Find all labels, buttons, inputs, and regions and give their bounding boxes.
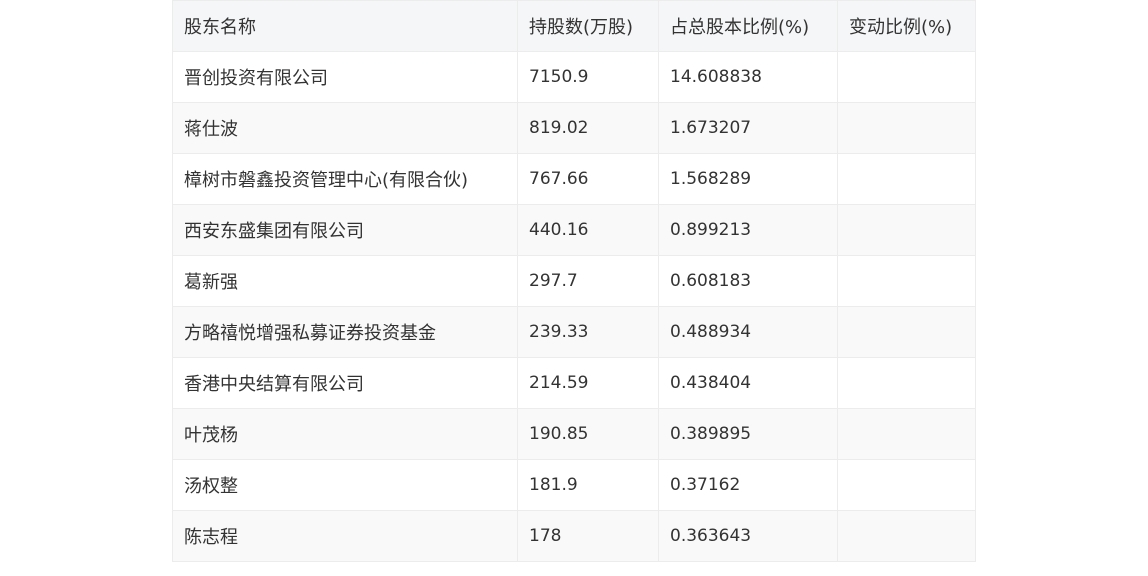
share-ratio-cell: 0.389895 [658,408,838,460]
shareholder-name-cell: 叶茂杨 [172,408,518,460]
change-ratio-cell [837,255,976,307]
shares-held-cell: 440.16 [517,204,659,256]
share-ratio-cell: 14.608838 [658,51,838,103]
share-ratio-cell: 1.673207 [658,102,838,154]
shares-held-cell: 214.59 [517,357,659,409]
shareholder-table-container: 股东名称 持股数(万股) 占总股本比例(%) 变动比例(%) 晋创投资有限公司 7… [172,0,976,562]
shareholder-name-cell: 葛新强 [172,255,518,307]
share-ratio-cell: 0.608183 [658,255,838,307]
change-ratio-cell [837,102,976,154]
header-share-ratio: 占总股本比例(%) [658,0,838,52]
shareholder-name-cell: 晋创投资有限公司 [172,51,518,103]
table-row: 葛新强 297.7 0.608183 [172,255,976,307]
change-ratio-cell [837,51,976,103]
shares-held-cell: 7150.9 [517,51,659,103]
shares-held-cell: 181.9 [517,459,659,511]
shares-held-cell: 178 [517,510,659,562]
table-row: 叶茂杨 190.85 0.389895 [172,408,976,460]
share-ratio-cell: 0.488934 [658,306,838,358]
change-ratio-cell [837,459,976,511]
table-row: 方略禧悦增强私募证券投资基金 239.33 0.488934 [172,306,976,358]
table-row: 西安东盛集团有限公司 440.16 0.899213 [172,204,976,256]
change-ratio-cell [837,306,976,358]
header-row: 股东名称 持股数(万股) 占总股本比例(%) 变动比例(%) [172,0,976,52]
shareholder-table: 股东名称 持股数(万股) 占总股本比例(%) 变动比例(%) 晋创投资有限公司 7… [172,0,976,562]
change-ratio-cell [837,204,976,256]
shareholder-name-cell: 陈志程 [172,510,518,562]
header-shares-held: 持股数(万股) [517,0,659,52]
table-row: 樟树市磐鑫投资管理中心(有限合伙) 767.66 1.568289 [172,153,976,205]
shareholder-name-cell: 汤权整 [172,459,518,511]
header-shareholder-name: 股东名称 [172,0,518,52]
shareholder-name-cell: 方略禧悦增强私募证券投资基金 [172,306,518,358]
table-body: 晋创投资有限公司 7150.9 14.608838 蒋仕波 819.02 1.673207… [172,51,976,562]
table-row: 香港中央结算有限公司 214.59 0.438404 [172,357,976,409]
table-row: 蒋仕波 819.02 1.673207 [172,102,976,154]
share-ratio-cell: 0.899213 [658,204,838,256]
share-ratio-cell: 0.438404 [658,357,838,409]
table-row: 汤权整 181.9 0.37162 [172,459,976,511]
shareholder-name-cell: 樟树市磐鑫投资管理中心(有限合伙) [172,153,518,205]
change-ratio-cell [837,357,976,409]
shareholder-name-cell: 西安东盛集团有限公司 [172,204,518,256]
header-change-ratio: 变动比例(%) [837,0,976,52]
shareholder-name-cell: 香港中央结算有限公司 [172,357,518,409]
shares-held-cell: 239.33 [517,306,659,358]
shares-held-cell: 190.85 [517,408,659,460]
shareholder-name-cell: 蒋仕波 [172,102,518,154]
change-ratio-cell [837,408,976,460]
shares-held-cell: 767.66 [517,153,659,205]
table-row: 晋创投资有限公司 7150.9 14.608838 [172,51,976,103]
shares-held-cell: 819.02 [517,102,659,154]
table-header: 股东名称 持股数(万股) 占总股本比例(%) 变动比例(%) [172,0,976,52]
share-ratio-cell: 0.37162 [658,459,838,511]
shares-held-cell: 297.7 [517,255,659,307]
table-row: 陈志程 178 0.363643 [172,510,976,562]
share-ratio-cell: 1.568289 [658,153,838,205]
share-ratio-cell: 0.363643 [658,510,838,562]
change-ratio-cell [837,510,976,562]
change-ratio-cell [837,153,976,205]
